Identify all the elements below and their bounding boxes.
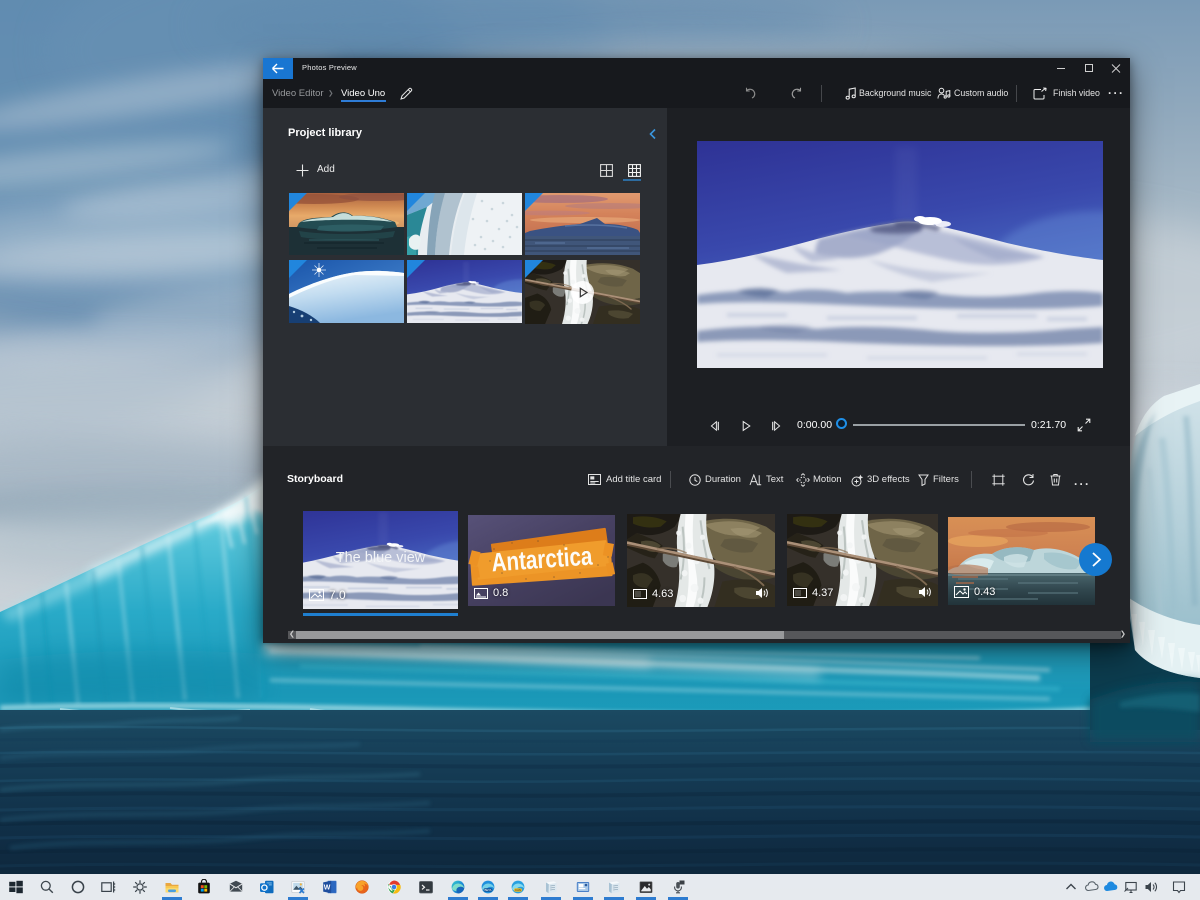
svg-text:BETA: BETA (484, 888, 491, 892)
svg-text:W: W (324, 885, 331, 892)
svg-text:CAN: CAN (515, 888, 521, 892)
